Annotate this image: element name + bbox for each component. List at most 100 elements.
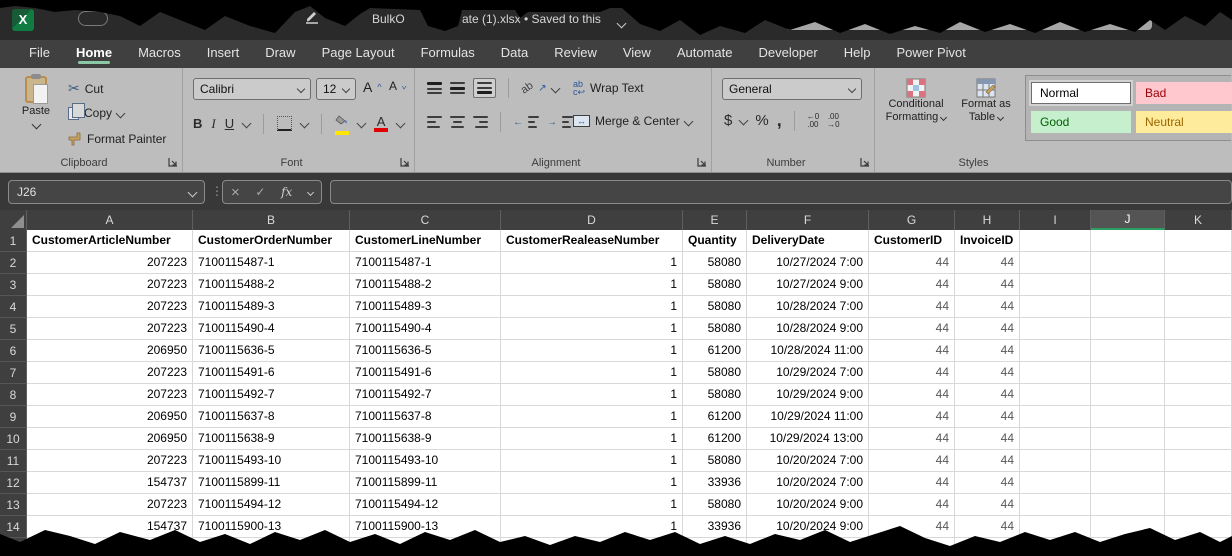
cell-style-good[interactable]: Good [1031, 111, 1131, 133]
cell[interactable] [1091, 406, 1165, 428]
align-left-button[interactable] [427, 116, 442, 128]
merge-center-button[interactable]: ↔ Merge & Center [573, 114, 692, 128]
cell[interactable] [1165, 318, 1232, 340]
cell[interactable]: 7100115494-12 [350, 494, 501, 516]
cell[interactable]: 7100115489-3 [350, 296, 501, 318]
cell[interactable]: 44 [955, 318, 1020, 340]
cell[interactable]: 10/29/2024 9:00 [747, 384, 869, 406]
cell[interactable]: 44 [955, 516, 1020, 538]
cell[interactable] [1091, 450, 1165, 472]
cell[interactable]: 7100115487-1 [350, 252, 501, 274]
align-center-button[interactable] [450, 116, 465, 128]
comma-style-button[interactable]: , [777, 110, 782, 131]
search-box[interactable] [786, 5, 1152, 30]
cell[interactable]: CustomerArticleNumber [27, 230, 193, 252]
column-header-B[interactable]: B [193, 210, 350, 230]
cell[interactable]: 44 [869, 494, 955, 516]
column-header-A[interactable]: A [27, 210, 193, 230]
percent-button[interactable]: % [755, 112, 768, 129]
cell[interactable]: 58080 [683, 384, 747, 406]
cell[interactable] [1165, 494, 1232, 516]
cell[interactable] [1020, 538, 1091, 556]
increase-indent-button[interactable]: → [547, 116, 573, 128]
row-header-6[interactable]: 6 [0, 340, 27, 362]
cell[interactable]: 33936 [683, 516, 747, 538]
cell[interactable]: 1 [501, 516, 683, 538]
font-size-combo[interactable]: 12 [316, 78, 356, 100]
cell[interactable]: 7100115899-11 [193, 472, 350, 494]
cell[interactable]: 44 [955, 450, 1020, 472]
autosave-toggle[interactable] [78, 11, 108, 26]
borders-chevron-icon[interactable] [300, 119, 310, 129]
cell[interactable]: 7100115492-7 [350, 384, 501, 406]
select-all-corner[interactable] [0, 210, 27, 230]
number-dialog-launcher[interactable] [860, 157, 871, 168]
cell[interactable]: 1 [501, 296, 683, 318]
excel-app-icon[interactable]: X [12, 9, 34, 31]
number-format-combo[interactable]: General [722, 78, 862, 100]
borders-button[interactable] [277, 116, 292, 131]
italic-button[interactable]: I [211, 116, 215, 132]
cell[interactable]: 10/28/2024 9:00 [747, 318, 869, 340]
cell[interactable] [27, 538, 193, 556]
cell[interactable] [1165, 428, 1232, 450]
bottom-align-button[interactable] [473, 78, 496, 98]
cell[interactable]: 7100115637-8 [193, 406, 350, 428]
cell[interactable] [1165, 516, 1232, 538]
cell[interactable]: 58080 [683, 318, 747, 340]
cell-style-normal[interactable]: Normal [1031, 82, 1131, 104]
cell[interactable]: 7100115491-6 [193, 362, 350, 384]
cell[interactable]: 44 [869, 406, 955, 428]
cell[interactable] [1165, 340, 1232, 362]
cell[interactable]: 207223 [27, 494, 193, 516]
cell[interactable] [1165, 274, 1232, 296]
cell[interactable]: 7100115493-10 [193, 450, 350, 472]
cell[interactable] [1020, 274, 1091, 296]
cell[interactable]: 7100115899-11 [350, 472, 501, 494]
row-header-10[interactable]: 10 [0, 428, 27, 450]
cell[interactable]: 44 [869, 428, 955, 450]
cell[interactable]: 44 [869, 450, 955, 472]
increase-decimal-button[interactable]: ←0 .00 [807, 113, 819, 129]
cell[interactable]: 44 [955, 296, 1020, 318]
cell[interactable] [1020, 450, 1091, 472]
cell[interactable] [1165, 472, 1232, 494]
alignment-dialog-launcher[interactable] [697, 157, 708, 168]
format-as-table-button[interactable]: Format as Table [955, 78, 1017, 124]
row-header-7[interactable]: 7 [0, 362, 27, 384]
tab-home[interactable]: Home [63, 40, 125, 68]
tab-review[interactable]: Review [541, 40, 610, 68]
wrap-text-button[interactable]: abc↩ Wrap Text [573, 80, 644, 96]
cell[interactable] [1165, 296, 1232, 318]
cell[interactable]: 44 [955, 494, 1020, 516]
tab-draw[interactable]: Draw [252, 40, 308, 68]
cell[interactable]: 58080 [683, 362, 747, 384]
cell[interactable]: 61200 [683, 340, 747, 362]
cell[interactable] [1165, 538, 1232, 556]
cell[interactable]: 1 [501, 450, 683, 472]
cell[interactable] [1091, 428, 1165, 450]
cell[interactable] [1091, 362, 1165, 384]
cell[interactable] [1091, 516, 1165, 538]
cell[interactable]: 7100115487-1 [193, 252, 350, 274]
cell[interactable]: 58080 [683, 494, 747, 516]
cell[interactable]: 44 [955, 362, 1020, 384]
name-box[interactable]: J26 [8, 180, 205, 204]
cell[interactable]: CustomerOrderNumber [193, 230, 350, 252]
cell[interactable]: 7100115490-4 [350, 318, 501, 340]
insert-function-button[interactable]: fx [281, 185, 292, 199]
copy-button[interactable]: Copy [68, 106, 124, 120]
paste-button[interactable]: Paste [12, 76, 60, 128]
cell[interactable]: 7100115492-7 [193, 384, 350, 406]
cell[interactable]: InvoiceID [955, 230, 1020, 252]
cell[interactable]: 44 [955, 428, 1020, 450]
cell[interactable]: 207223 [27, 296, 193, 318]
cell[interactable]: 44 [955, 472, 1020, 494]
column-header-H[interactable]: H [955, 210, 1020, 230]
cell[interactable] [1020, 296, 1091, 318]
bold-button[interactable]: B [193, 116, 202, 131]
cell[interactable]: 44 [869, 516, 955, 538]
cell[interactable] [1091, 252, 1165, 274]
cell[interactable]: 7100115489-3 [193, 296, 350, 318]
cell[interactable]: 7100115637-8 [350, 406, 501, 428]
